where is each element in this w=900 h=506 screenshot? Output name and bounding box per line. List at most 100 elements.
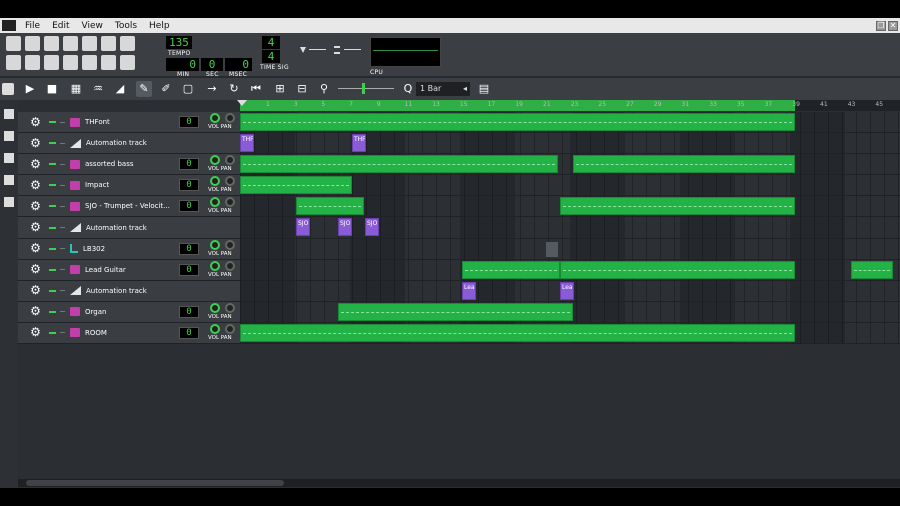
stop-behaviour-icon[interactable]: ⏮ — [248, 81, 264, 97]
pan-knob[interactable] — [225, 302, 235, 313]
proportional-snap-icon[interactable]: ▤ — [476, 81, 492, 97]
volume-knob[interactable] — [210, 155, 220, 166]
play-icon[interactable]: ▶ — [22, 81, 38, 97]
auto-scroll-icon[interactable]: → — [204, 81, 220, 97]
zoom-slider[interactable] — [338, 83, 394, 94]
vol-pan-knobs[interactable]: VOL PAN — [208, 113, 238, 132]
mute-button[interactable] — [49, 142, 56, 145]
automation-clip[interactable]: Lea — [462, 281, 476, 300]
open-project-icon[interactable] — [44, 36, 59, 51]
instrument-icon[interactable] — [70, 265, 80, 275]
gear-icon[interactable]: ⚙ — [29, 221, 42, 234]
loop-points-icon[interactable]: ↻ — [226, 81, 242, 97]
pattern-clip[interactable] — [338, 302, 573, 321]
solo-button[interactable] — [60, 163, 65, 165]
recent-projects-icon[interactable] — [63, 36, 78, 51]
pattern-clip[interactable] — [240, 176, 352, 195]
mute-button[interactable] — [49, 289, 56, 292]
track-lane[interactable] — [240, 322, 900, 344]
new-project-icon[interactable] — [6, 36, 21, 51]
track-name[interactable]: Automation track — [86, 139, 174, 147]
automation-editor-icon[interactable] — [63, 55, 78, 70]
mute-button[interactable] — [49, 226, 56, 229]
pattern-clip[interactable] — [560, 197, 795, 216]
track-lane[interactable] — [240, 112, 900, 133]
volume-knob[interactable] — [210, 260, 220, 271]
instrument-icon[interactable] — [70, 159, 80, 169]
menu-file[interactable]: File — [19, 21, 46, 31]
automation-clip[interactable]: SJO — [296, 218, 310, 237]
track-lane[interactable] — [240, 259, 900, 280]
menu-help[interactable]: Help — [143, 21, 176, 31]
pattern-clip[interactable] — [240, 155, 558, 174]
mute-button[interactable] — [49, 310, 56, 313]
automation-track-icon[interactable] — [70, 223, 81, 233]
volume-knob[interactable] — [210, 197, 220, 208]
track-name[interactable]: Automation track — [86, 224, 174, 232]
track-name[interactable]: Impact — [85, 181, 173, 189]
master-pitch-slider[interactable] — [334, 43, 362, 57]
track-lane[interactable]: Lea Lea — [240, 280, 900, 301]
instrument-icon[interactable] — [70, 328, 80, 338]
solo-button[interactable] — [60, 205, 65, 207]
mute-button[interactable] — [49, 121, 56, 124]
add-sample-track-icon[interactable]: ♒ — [90, 81, 106, 97]
solo-button[interactable] — [60, 121, 65, 123]
select-mode-icon[interactable]: ▢ — [180, 81, 196, 97]
my-projects-icon[interactable] — [4, 131, 14, 141]
pattern-clip[interactable] — [573, 155, 795, 174]
knife-mode-icon[interactable]: ✐ — [158, 81, 174, 97]
tempo-display[interactable]: 135 — [166, 36, 192, 49]
automation-track-icon[interactable] — [70, 286, 81, 296]
gear-icon[interactable]: ⚙ — [29, 136, 42, 150]
vol-pan-knobs[interactable]: VOL PAN — [208, 155, 238, 174]
solo-button[interactable] — [60, 227, 65, 229]
gear-icon[interactable]: ⚙ — [29, 199, 42, 213]
automation-clip[interactable]: SJO — [338, 218, 352, 237]
track-lane[interactable] — [240, 196, 900, 217]
volume-knob[interactable] — [210, 302, 220, 313]
gear-icon[interactable]: ⚙ — [29, 178, 42, 192]
my-samples-icon[interactable] — [4, 153, 14, 163]
menu-tools[interactable]: Tools — [109, 21, 143, 31]
solo-button[interactable] — [60, 184, 65, 186]
pan-knob[interactable] — [225, 197, 235, 208]
pan-knob[interactable] — [225, 323, 235, 334]
track-lane[interactable]: SJO SJO SJO — [240, 217, 900, 238]
playhead-marker[interactable] — [237, 100, 247, 106]
pan-knob[interactable] — [225, 113, 235, 123]
vol-pan-knobs[interactable]: VOL PAN — [208, 239, 238, 259]
pattern-clip[interactable] — [851, 260, 893, 279]
add-beat-track-icon[interactable]: ▦ — [68, 81, 84, 97]
pattern-clip[interactable] — [462, 260, 560, 279]
project-notes-icon[interactable] — [120, 55, 135, 70]
track-name[interactable]: SJO - Trumpet - Velocit... — [85, 202, 173, 210]
song-editor-icon[interactable] — [6, 55, 21, 70]
timesig-denominator[interactable]: 4 — [262, 50, 280, 63]
save-project-icon[interactable] — [82, 36, 97, 51]
automation-clip[interactable]: THF — [240, 134, 254, 153]
volume-knob[interactable] — [210, 323, 220, 334]
new-from-template-icon[interactable] — [25, 36, 40, 51]
track-lane[interactable] — [240, 154, 900, 175]
draw-mode-icon[interactable]: ✎ — [136, 81, 152, 97]
computer-icon[interactable] — [4, 197, 14, 207]
beat-editor-icon[interactable] — [25, 55, 40, 70]
automation-clip[interactable]: THF — [352, 134, 366, 153]
vol-pan-knobs[interactable]: VOL PAN — [208, 197, 238, 216]
empty-clip[interactable] — [546, 241, 558, 257]
solo-button[interactable] — [60, 311, 65, 313]
track-lane[interactable]: THF THF — [240, 133, 900, 154]
automation-clip[interactable]: SJO — [365, 218, 379, 237]
automation-track-icon[interactable] — [70, 138, 81, 148]
pattern-clip[interactable] — [240, 323, 795, 342]
track-name[interactable]: assorted bass — [85, 160, 173, 168]
track-name[interactable]: LB302 — [83, 245, 171, 253]
track-name[interactable]: Organ — [85, 308, 173, 316]
pattern-clip[interactable] — [240, 113, 795, 131]
gear-icon[interactable]: ⚙ — [29, 305, 42, 318]
instrument-icon[interactable] — [70, 201, 80, 211]
track-lane[interactable] — [240, 238, 900, 259]
horizontal-scrollbar[interactable] — [18, 479, 900, 487]
master-volume-slider[interactable] — [300, 43, 326, 57]
